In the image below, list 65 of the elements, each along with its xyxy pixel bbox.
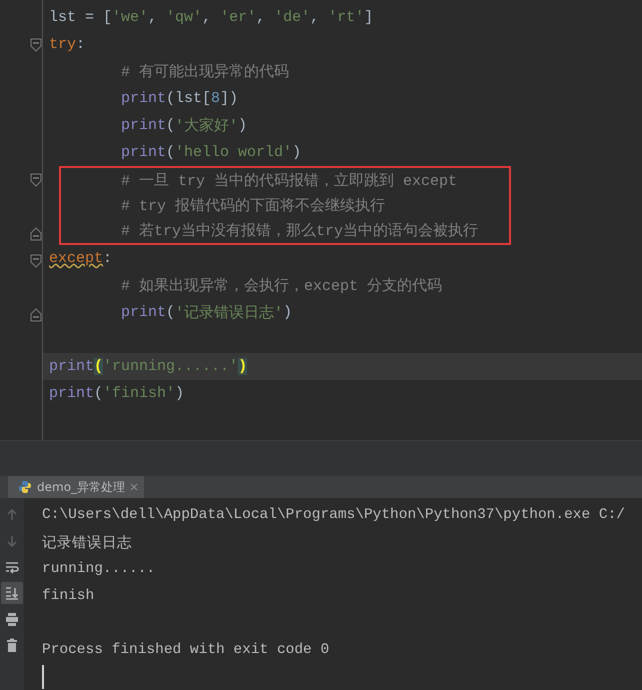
code-token: 'de' xyxy=(274,9,310,26)
code-token: 'rt' xyxy=(328,9,364,26)
code-token: 8 xyxy=(211,90,220,107)
code-token: : xyxy=(76,36,86,53)
code-token: , xyxy=(148,9,158,26)
fold-marker-icon[interactable] xyxy=(30,254,42,268)
code-token: print xyxy=(121,144,166,161)
code-comment: # 若try当中没有报错，那么try当中的语句会被执行 xyxy=(121,222,478,240)
python-logo-icon xyxy=(18,480,32,494)
code-token: ( xyxy=(166,117,176,134)
code-comment: # 有可能出现异常的代码 xyxy=(121,62,290,81)
code-comment: # 如果出现异常，会执行，except 分支的代码 xyxy=(121,276,442,295)
scroll-to-end-icon xyxy=(5,586,19,600)
run-tab[interactable]: demo_异常处理 xyxy=(8,476,144,498)
code-token: print xyxy=(49,385,94,402)
down-arrow-icon xyxy=(5,534,19,548)
code-token: lst = [ xyxy=(49,9,112,26)
code-token: print xyxy=(121,304,166,321)
code-token: ) xyxy=(175,385,184,402)
code-token: print xyxy=(121,117,166,134)
code-token: , xyxy=(256,9,266,26)
code-token: 'er' xyxy=(220,9,256,26)
text-cursor xyxy=(42,664,44,689)
console-output-line: running...... xyxy=(42,560,156,580)
code-comment: # try 报错代码的下面将不会继续执行 xyxy=(121,196,386,215)
code-token: except xyxy=(49,250,104,267)
code-token: : xyxy=(103,250,112,267)
console-output-line: C:\Users\dell\AppData\Local\Programs\Python\Python37\python.exe C:/ xyxy=(42,506,626,526)
up-arrow-icon xyxy=(5,508,19,522)
code-token: ) xyxy=(238,117,248,134)
tab-label: demo_异常处理 xyxy=(37,478,126,496)
code-token: 'qw' xyxy=(166,9,202,26)
code-token: (lst[ xyxy=(166,90,212,107)
code-token: ) xyxy=(283,304,292,321)
code-token: ) xyxy=(292,144,302,161)
code-token: ( xyxy=(94,385,104,402)
code-token: print xyxy=(121,90,166,107)
print-icon xyxy=(5,612,19,626)
code-token: , xyxy=(310,9,320,26)
fold-marker-icon[interactable] xyxy=(30,226,42,240)
fold-marker-icon[interactable] xyxy=(30,308,42,322)
code-token: ] xyxy=(364,9,374,26)
code-token: ) xyxy=(238,358,248,375)
code-token: try xyxy=(49,36,76,53)
code-token: '大家好' xyxy=(175,116,238,135)
fold-marker-icon[interactable] xyxy=(30,172,42,186)
console-output-line: 记录错误日志 xyxy=(42,534,133,554)
console-output-line: finish xyxy=(42,587,96,606)
trash-icon xyxy=(5,638,19,652)
soft-wrap-icon xyxy=(5,560,19,574)
code-token: ( xyxy=(166,144,176,161)
console-output-line: Process finished with exit code 0 xyxy=(42,640,330,660)
code-token: , xyxy=(202,9,212,26)
code-token: 'finish' xyxy=(103,385,176,402)
code-token: '记录错误日志' xyxy=(175,304,284,322)
code-comment: # 一旦 try 当中的代码报错，立即跳到 except xyxy=(121,171,458,190)
code-token: ( xyxy=(166,304,176,321)
code-token: ]) xyxy=(220,90,238,107)
code-token: 'hello world' xyxy=(175,144,292,161)
code-token: 'we' xyxy=(112,9,148,26)
console-tool-button[interactable] xyxy=(1,582,23,604)
code-token: ( xyxy=(94,358,104,375)
code-token: print xyxy=(49,358,94,375)
code-token: 'running......' xyxy=(103,358,238,375)
fold-marker-icon[interactable] xyxy=(30,38,42,52)
